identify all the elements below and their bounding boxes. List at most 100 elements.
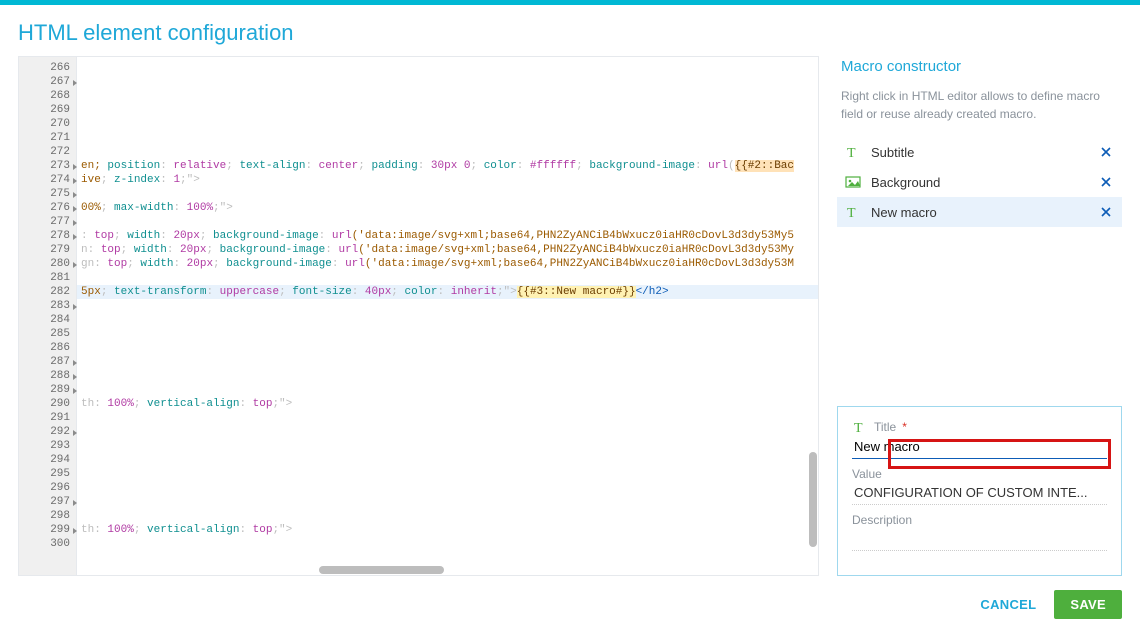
line-number: 279: [19, 243, 76, 257]
code-line[interactable]: [77, 103, 818, 117]
code-line[interactable]: [77, 509, 818, 523]
line-number: 267: [19, 75, 76, 89]
page-title: HTML element configuration: [0, 5, 1140, 56]
line-number: 271: [19, 131, 76, 145]
code-line[interactable]: [77, 89, 818, 103]
code-line[interactable]: [77, 341, 818, 355]
svg-text:T: T: [847, 146, 856, 160]
value-label: Value: [852, 467, 1107, 481]
code-line[interactable]: [77, 271, 818, 285]
code-line[interactable]: [77, 537, 818, 551]
macro-form: T Title* Value CONFIGURATION OF CUSTOM I…: [837, 406, 1122, 576]
line-number: 296: [19, 481, 76, 495]
code-line[interactable]: th: 100%; vertical-align: top;">: [77, 523, 818, 537]
title-input[interactable]: [852, 435, 1107, 459]
macro-item-label: New macro: [871, 205, 1088, 220]
line-number: 281: [19, 271, 76, 285]
cancel-button[interactable]: CANCEL: [980, 590, 1036, 619]
line-number: 294: [19, 453, 76, 467]
code-line[interactable]: [77, 313, 818, 327]
macro-item-label: Background: [871, 175, 1088, 190]
image-icon: [845, 174, 861, 190]
code-line[interactable]: [77, 187, 818, 201]
title-label: T Title*: [852, 419, 1107, 435]
line-number: 272: [19, 145, 76, 159]
save-button[interactable]: SAVE: [1054, 590, 1122, 619]
line-number: 295: [19, 467, 76, 481]
code-line[interactable]: th: 100%; vertical-align: top;">: [77, 397, 818, 411]
description-label: Description: [852, 513, 1107, 527]
code-line[interactable]: [77, 439, 818, 453]
macro-constructor-title: Macro constructor: [841, 58, 1122, 75]
code-line[interactable]: [77, 75, 818, 89]
code-line[interactable]: [77, 425, 818, 439]
code-line[interactable]: [77, 61, 818, 75]
macro-item[interactable]: Background: [837, 167, 1122, 197]
code-line[interactable]: ive; z-index: 1;">: [77, 173, 818, 187]
line-number: 266: [19, 61, 76, 75]
code-line[interactable]: [77, 299, 818, 313]
macro-item[interactable]: T Subtitle: [837, 137, 1122, 167]
line-number: 269: [19, 103, 76, 117]
code-line[interactable]: [77, 369, 818, 383]
code-line[interactable]: 00%; max-width: 100%;">: [77, 201, 818, 215]
code-line[interactable]: gn: top; width: 20px; background-image: …: [77, 257, 818, 271]
vertical-scrollbar[interactable]: [809, 452, 817, 547]
line-number: 277: [19, 215, 76, 229]
line-number: 290: [19, 397, 76, 411]
code-line[interactable]: : top; width: 20px; background-image: ur…: [77, 229, 818, 243]
line-number: 274: [19, 173, 76, 187]
line-number: 285: [19, 327, 76, 341]
line-number: 283: [19, 299, 76, 313]
line-number: 297: [19, 495, 76, 509]
code-line[interactable]: [77, 327, 818, 341]
macro-item[interactable]: T New macro: [837, 197, 1122, 227]
code-line[interactable]: [77, 467, 818, 481]
line-number: 273: [19, 159, 76, 173]
line-number: 284: [19, 313, 76, 327]
code-line[interactable]: [77, 383, 818, 397]
code-line[interactable]: [77, 215, 818, 229]
code-line[interactable]: n: top; width: 20px; background-image: u…: [77, 243, 818, 257]
line-number: 280: [19, 257, 76, 271]
remove-macro-icon[interactable]: [1098, 204, 1114, 220]
line-number: 289: [19, 383, 76, 397]
text-icon: T: [852, 419, 868, 435]
required-asterisk: *: [902, 420, 907, 434]
code-line[interactable]: en; position: relative; text-align: cent…: [77, 159, 818, 173]
sidebar: Macro constructor Right click in HTML ed…: [837, 56, 1122, 576]
code-line[interactable]: [77, 117, 818, 131]
code-line[interactable]: [77, 355, 818, 369]
text-icon: T: [845, 204, 861, 220]
value-text: CONFIGURATION OF CUSTOM INTE...: [852, 481, 1107, 505]
dialog-actions: CANCEL SAVE: [0, 576, 1140, 619]
code-line[interactable]: [77, 495, 818, 509]
remove-macro-icon[interactable]: [1098, 174, 1114, 190]
remove-macro-icon[interactable]: [1098, 144, 1114, 160]
html-editor[interactable]: 2662672682692702712722732742752762772782…: [18, 56, 819, 576]
line-number: 286: [19, 341, 76, 355]
line-number: 270: [19, 117, 76, 131]
code-line[interactable]: 5px; text-transform: uppercase; font-siz…: [77, 285, 818, 299]
line-number: 276: [19, 201, 76, 215]
text-icon: T: [845, 144, 861, 160]
macro-list: T Subtitle Background T New macro: [837, 137, 1122, 227]
code-area[interactable]: en; position: relative; text-align: cent…: [77, 57, 818, 575]
svg-text:T: T: [847, 206, 856, 220]
code-line[interactable]: [77, 411, 818, 425]
macro-constructor-help: Right click in HTML editor allows to def…: [841, 87, 1118, 123]
line-number: 287: [19, 355, 76, 369]
line-number: 299: [19, 523, 76, 537]
line-number: 288: [19, 369, 76, 383]
code-line[interactable]: [77, 453, 818, 467]
code-line[interactable]: [77, 481, 818, 495]
code-line[interactable]: [77, 145, 818, 159]
line-number: 292: [19, 425, 76, 439]
code-line[interactable]: [77, 131, 818, 145]
horizontal-scrollbar[interactable]: [319, 566, 444, 574]
line-number: 278: [19, 229, 76, 243]
line-number: 282: [19, 285, 76, 299]
macro-item-label: Subtitle: [871, 145, 1088, 160]
line-number: 298: [19, 509, 76, 523]
line-number: 300: [19, 537, 76, 551]
